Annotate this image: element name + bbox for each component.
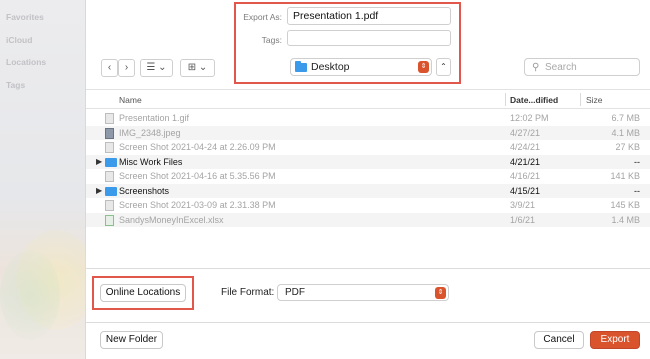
table-row: IMG_2348.jpeg 4/27/21 4.1 MB bbox=[86, 125, 650, 140]
file-date: 12:02 PM bbox=[510, 113, 549, 123]
screenshot-file-icon bbox=[105, 171, 114, 182]
file-date: 4/24/21 bbox=[510, 142, 541, 152]
file-name: IMG_2348.jpeg bbox=[119, 127, 181, 138]
forward-button[interactable]: › bbox=[118, 59, 135, 77]
file-format-popup[interactable]: PDF ⇕ bbox=[277, 284, 449, 301]
file-name: Screen Shot 2021-04-24 at 2.26.09 PM bbox=[119, 142, 276, 152]
file-date: 4/21/21 bbox=[510, 156, 541, 167]
file-size: 27 KB bbox=[615, 142, 640, 152]
file-date: 4/27/21 bbox=[510, 127, 541, 138]
file-size: 4.1 MB bbox=[611, 127, 640, 138]
export-button[interactable]: Export bbox=[590, 331, 640, 349]
search-icon: ⚲ bbox=[532, 62, 540, 73]
file-list: Presentation 1.gif 12:02 PM 6.7 MB IMG_2… bbox=[86, 111, 650, 227]
xlsx-file-icon bbox=[105, 214, 114, 226]
table-row: SandysMoneyInExcel.xlsx 1/6/21 1.4 MB bbox=[86, 212, 650, 227]
folder-name: Misc Work Files bbox=[119, 156, 183, 167]
file-date: 1/6/21 bbox=[510, 214, 536, 225]
file-date: 4/16/21 bbox=[510, 171, 541, 181]
file-size: 145 KB bbox=[610, 200, 640, 210]
column-separator bbox=[505, 93, 506, 106]
grid-view-button[interactable]: ⊞ ⌄ bbox=[180, 59, 215, 77]
file-name: Screen Shot 2021-04-16 at 5.35.56 PM bbox=[119, 171, 276, 181]
file-size: -- bbox=[634, 185, 640, 196]
highlight-box-online-locations bbox=[92, 276, 194, 310]
sidebar: Favorites iCloud Locations Tags bbox=[0, 0, 96, 359]
sidebar-section-locations[interactable]: Locations bbox=[6, 57, 46, 67]
disclosure-triangle-icon[interactable]: ▶ bbox=[96, 157, 102, 166]
search-input[interactable] bbox=[545, 60, 635, 74]
file-format-value: PDF bbox=[285, 287, 305, 298]
grid-view-icon: ⊞ bbox=[187, 62, 197, 73]
file-list-header: Name Date...dified Size bbox=[86, 89, 650, 109]
table-row: Screen Shot 2021-03-09 at 2.31.38 PM 3/9… bbox=[86, 198, 650, 213]
table-row-folder[interactable]: ▶ Misc Work Files 4/21/21 -- bbox=[86, 154, 650, 169]
column-name[interactable]: Name bbox=[119, 95, 142, 105]
chevron-down-icon: ⌄ bbox=[198, 62, 208, 73]
folder-name: Screenshots bbox=[119, 185, 170, 196]
file-name: Screen Shot 2021-03-09 at 2.31.38 PM bbox=[119, 200, 276, 210]
new-folder-button[interactable]: New Folder bbox=[100, 331, 163, 349]
sidebar-section-icloud[interactable]: iCloud bbox=[6, 35, 32, 45]
sidebar-section-tags[interactable]: Tags bbox=[6, 80, 25, 90]
disclosure-triangle-icon[interactable]: ▶ bbox=[96, 186, 102, 195]
file-date: 3/9/21 bbox=[510, 200, 536, 210]
search-field[interactable]: ⚲ bbox=[524, 58, 640, 76]
file-format-label: File Format: bbox=[221, 287, 275, 298]
folder-icon bbox=[105, 157, 117, 167]
divider bbox=[86, 322, 650, 323]
table-row: Presentation 1.gif 12:02 PM 6.7 MB bbox=[86, 111, 650, 126]
file-name: Presentation 1.gif bbox=[119, 113, 190, 123]
sidebar-section-favorites[interactable]: Favorites bbox=[6, 12, 44, 22]
file-name: SandysMoneyInExcel.xlsx bbox=[119, 214, 224, 225]
column-date-modified[interactable]: Date...dified bbox=[510, 95, 558, 105]
back-button[interactable]: ‹ bbox=[101, 59, 118, 77]
list-view-button[interactable]: ☰ ⌄ bbox=[140, 59, 173, 77]
file-size: -- bbox=[634, 156, 640, 167]
screenshot-file-icon bbox=[105, 142, 114, 153]
highlight-box-export-fields bbox=[234, 2, 461, 84]
gif-file-icon bbox=[105, 113, 114, 124]
screenshot-file-icon bbox=[105, 200, 114, 211]
divider bbox=[86, 268, 650, 269]
column-size[interactable]: Size bbox=[586, 95, 603, 105]
sidebar-blur-shape bbox=[0, 250, 60, 340]
table-row: Screen Shot 2021-04-24 at 2.26.09 PM 4/2… bbox=[86, 140, 650, 155]
file-size: 6.7 MB bbox=[611, 113, 640, 123]
file-date: 4/15/21 bbox=[510, 185, 541, 196]
chevron-down-icon: ⌄ bbox=[158, 62, 167, 73]
column-separator bbox=[580, 93, 581, 106]
table-row-folder[interactable]: ▶ Screenshots 4/15/21 -- bbox=[86, 183, 650, 198]
updown-chevron-icon: ⇕ bbox=[435, 287, 446, 299]
table-row: Screen Shot 2021-04-16 at 5.35.56 PM 4/1… bbox=[86, 169, 650, 184]
folder-icon bbox=[105, 186, 117, 196]
cancel-button[interactable]: Cancel bbox=[534, 331, 584, 349]
file-size: 1.4 MB bbox=[611, 214, 640, 225]
file-size: 141 KB bbox=[610, 171, 640, 181]
jpeg-file-icon bbox=[105, 127, 114, 139]
list-view-icon: ☰ bbox=[146, 62, 156, 73]
